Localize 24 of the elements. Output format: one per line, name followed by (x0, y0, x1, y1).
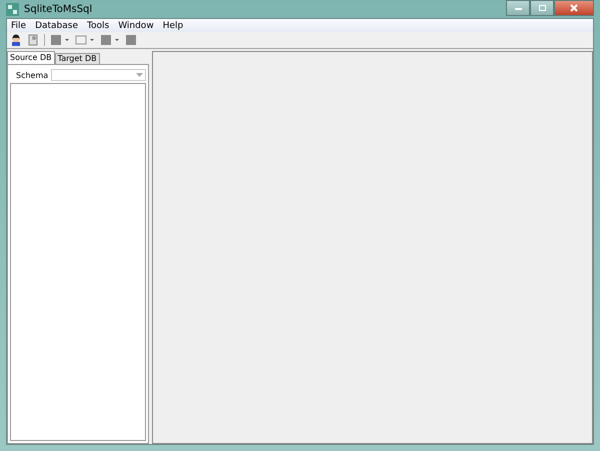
grid-tool-icon[interactable] (125, 34, 137, 46)
menu-item[interactable]: File (11, 20, 26, 30)
window-title: SqliteToMsSql (24, 4, 92, 14)
maximize-icon (538, 4, 546, 12)
maximize-button[interactable] (530, 0, 554, 16)
minimize-icon (514, 5, 522, 11)
app-icon (6, 2, 19, 16)
dropdown-tool-icon[interactable] (100, 34, 120, 46)
dropdown-tool-icon[interactable] (75, 34, 95, 46)
menu-item[interactable]: Tools (87, 20, 110, 30)
menu-item[interactable]: Window (118, 20, 154, 30)
document-icon[interactable] (27, 34, 39, 46)
schema-dropdown[interactable] (51, 69, 146, 81)
caret-icon (136, 73, 143, 77)
close-icon (569, 4, 579, 12)
menu-item[interactable]: Database (35, 20, 78, 30)
minimize-button[interactable] (506, 0, 530, 16)
dropdown-tool-icon[interactable] (50, 34, 70, 46)
close-button[interactable] (554, 0, 594, 16)
schema-label: Schema (16, 70, 48, 80)
menu-item[interactable]: Help (162, 20, 184, 30)
tab[interactable]: Target DB (54, 53, 100, 64)
person-icon[interactable] (10, 34, 22, 46)
tab[interactable]: Source DB (7, 51, 55, 64)
